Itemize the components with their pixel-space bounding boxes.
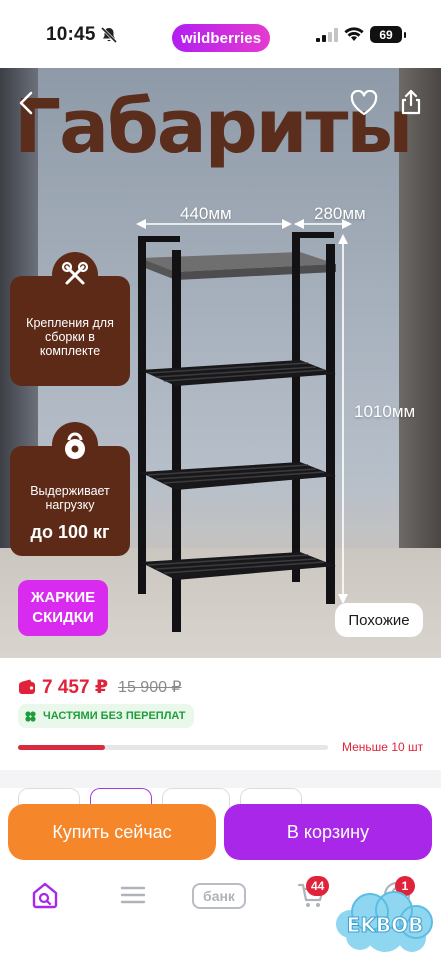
cart-count-badge: 44 <box>306 876 330 896</box>
installment-badge[interactable]: ЧАСТЯМИ БЕЗ ПЕРЕПЛАТ <box>18 704 194 728</box>
add-to-cart-button[interactable]: В корзину <box>224 804 432 860</box>
bell-slash-icon <box>100 26 118 44</box>
bank-tab[interactable]: банк <box>192 883 246 909</box>
dimension-depth: 280мм <box>314 204 366 223</box>
old-price: 15 900 ₽ <box>118 679 182 696</box>
feature-card-value: до 100 кг <box>30 522 110 542</box>
feature-card-load: Выдерживает нагрузку до 100 кг <box>10 422 130 556</box>
feature-card-mounting: Крепления для сборки в комплекте <box>10 252 130 386</box>
dimension-height: 1010мм <box>354 402 416 421</box>
dimension-width: 440мм <box>180 204 232 223</box>
menu-icon[interactable] <box>118 880 148 910</box>
buy-now-button[interactable]: Купить сейчас <box>8 804 216 860</box>
battery-indicator: 69 <box>370 26 406 43</box>
heart-icon[interactable] <box>350 90 378 116</box>
cell-signal-icon <box>316 28 338 42</box>
product-image[interactable]: Габариты 440мм 280мм 1010мм Крепления дл… <box>0 68 441 658</box>
hot-discount-badge[interactable]: ЖАРКИЕ СКИДКИ <box>18 580 108 636</box>
feature-card-text: Крепления для сборки в комплекте <box>26 316 114 358</box>
badge-line: СКИДКИ <box>32 609 94 626</box>
share-icon[interactable] <box>398 88 424 116</box>
similar-button[interactable]: Похожие <box>335 603 423 637</box>
feature-card-text: Выдерживает нагрузку <box>30 484 110 512</box>
home-search-icon[interactable] <box>30 880 60 910</box>
wrench-icon <box>52 252 98 298</box>
ekbob-watermark-logo: EKBOB <box>336 891 433 952</box>
wallet-icon <box>19 679 35 694</box>
back-arrow-icon[interactable] <box>14 90 40 116</box>
section-divider <box>0 770 441 788</box>
kettlebell-icon <box>52 422 98 468</box>
stock-bar <box>18 745 328 750</box>
status-bar: 10:45 wildberries 69 <box>0 0 441 68</box>
installment-plus-icon <box>25 710 36 722</box>
status-time: 10:45 <box>46 24 96 45</box>
badge-line: ЖАРКИЕ <box>30 589 96 606</box>
brand-pill[interactable]: wildberries <box>172 24 270 52</box>
stock-bar-fill <box>18 745 105 750</box>
current-price: 7 457 ₽ <box>42 676 109 698</box>
watermark-text: EKBOB <box>347 913 424 937</box>
price-row: 7 457 ₽ 15 900 ₽ <box>18 674 182 700</box>
installment-label: ЧАСТЯМИ БЕЗ ПЕРЕПЛАТ <box>43 710 186 722</box>
stock-label: Меньше 10 шт <box>342 740 424 754</box>
wifi-icon <box>344 27 364 41</box>
